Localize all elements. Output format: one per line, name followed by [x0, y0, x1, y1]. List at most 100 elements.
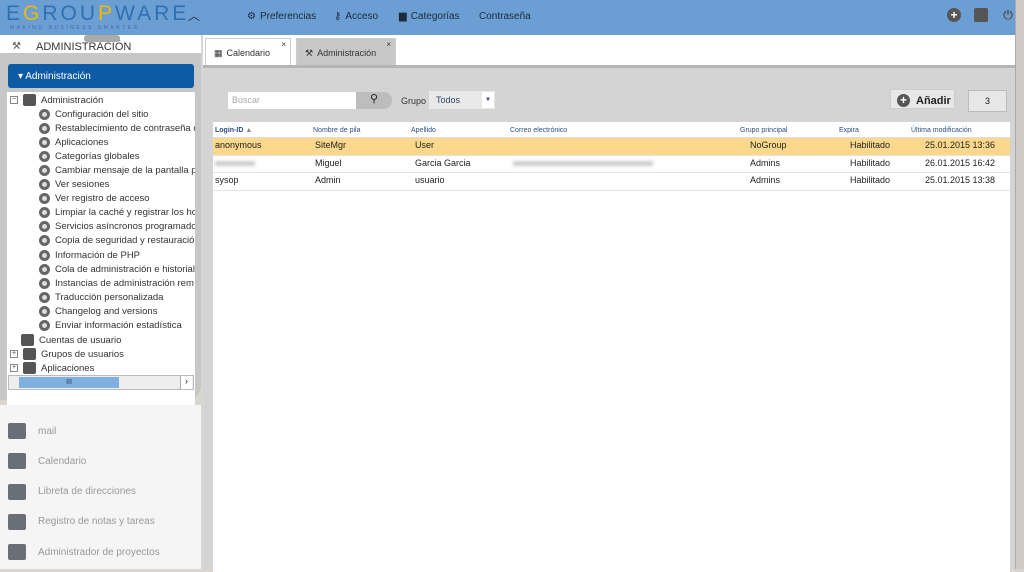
dropdown-arrow-icon: ▼ — [482, 92, 494, 108]
nav-acceso[interactable]: ⚷ Acceso — [334, 11, 378, 22]
home-icon — [23, 362, 36, 374]
row-count: 3 — [968, 90, 1007, 112]
close-icon[interactable]: × — [281, 40, 286, 49]
main-panel: ▦ Calendario × ⚒ Administración × Buscar ⚲ G… — [203, 35, 1015, 572]
tree-item[interactable]: Cola de administración e historial — [39, 262, 195, 276]
top-header: EGROUPWARE MAKING BUSINESS SMARTER ︿ ⚙ Pr… — [0, 0, 1016, 35]
column-header[interactable]: Login-ID ▲ — [215, 127, 252, 134]
cell-last: Garcia Garcia — [415, 157, 471, 168]
tree-horizontal-scrollbar[interactable]: III › — [8, 375, 194, 390]
search-input[interactable]: Buscar — [228, 92, 356, 109]
cell-expires: Habilitado — [850, 175, 891, 185]
mail-icon — [8, 423, 26, 439]
sidebar-drag-handle[interactable] — [84, 35, 120, 42]
close-icon[interactable]: × — [386, 40, 391, 49]
sidebar-section-administracion[interactable]: ▾ Administración — [8, 64, 194, 88]
tree-item[interactable]: Cambiar mensaje de la pantalla p — [39, 163, 195, 177]
tree-item-grupos[interactable]: + Grupos de usuarios — [10, 347, 124, 361]
tree-item[interactable]: Servicios asíncronos programado — [39, 220, 195, 234]
expand-icon[interactable]: + — [10, 364, 18, 372]
table-row[interactable]: Miguel Garcia Garcia Admins Habilitado 26.01… — [213, 156, 1010, 173]
scroll-right-arrow[interactable]: › — [180, 376, 192, 389]
plus-icon: + — [897, 94, 910, 107]
tree-item[interactable]: Ver registro de acceso — [39, 192, 150, 206]
logout-icon[interactable]: ⏻ — [1001, 8, 1015, 22]
column-header[interactable]: Correo electrónico — [510, 127, 567, 134]
tree-item[interactable]: Traducción personalizada — [39, 290, 163, 304]
gear-icon — [39, 291, 50, 303]
collapse-icon[interactable]: − — [10, 96, 18, 104]
tree-item-cuentas[interactable]: Cuentas de usuario — [21, 333, 121, 347]
gear-icon — [39, 164, 50, 176]
sidebar: ADMINISTRACIÓN ⚒ ▾ Administración − Admin… — [0, 35, 201, 410]
cell-last: User — [415, 140, 435, 150]
cell-modified: 25.01.2015 13:36 — [925, 140, 996, 150]
group-icon — [23, 348, 36, 360]
admin-icon: ⚒ — [12, 41, 21, 52]
key-icon: ⚷ — [334, 11, 342, 22]
folder-icon: ▆ — [399, 11, 407, 22]
app-3[interactable]: Registro de notas y tareas — [8, 512, 155, 532]
table-row[interactable]: anonymous SiteMgr User NoGroup Habilitado 25.… — [213, 138, 1010, 156]
tree-item[interactable]: Copia de seguridad y restauració — [39, 234, 194, 248]
nav-categorias[interactable]: ▆ Categorías — [399, 11, 460, 22]
tree-item[interactable]: Información de PHP — [39, 248, 140, 262]
tab-calendario[interactable]: ▦ Calendario × — [205, 38, 291, 65]
admin-icon — [23, 94, 36, 106]
admin-icon: ⚒ — [305, 48, 314, 58]
nav-preferencias[interactable]: ⚙ Preferencias — [247, 11, 316, 22]
tree-item-aplicaciones[interactable]: + Aplicaciones — [10, 361, 94, 375]
expand-icon[interactable]: + — [10, 350, 18, 358]
gear-icon — [39, 305, 50, 317]
tree-item[interactable]: Restablecimiento de contraseña d — [39, 121, 195, 135]
column-header[interactable]: Apellido — [411, 127, 436, 134]
print-icon[interactable] — [974, 8, 988, 22]
tree-item[interactable]: Changelog and versions — [39, 304, 157, 318]
group-select[interactable]: Todos ▼ — [429, 91, 495, 109]
table-row[interactable]: sysop Admin usuario Admins Habilitado 25.01.2… — [213, 173, 1010, 191]
tree-root[interactable]: − Administración — [10, 93, 103, 107]
search-icon: ⚲ — [369, 93, 379, 105]
gear-icon — [39, 277, 50, 289]
cell-expires: Habilitado — [850, 157, 891, 168]
cell-first: SiteMgr — [315, 140, 347, 150]
tree-item[interactable]: Aplicaciones — [39, 135, 108, 149]
column-header[interactable]: Última modificación — [911, 127, 972, 134]
gear-icon: ⚙ — [247, 11, 256, 22]
logo-tagline: MAKING BUSINESS SMARTER — [10, 25, 140, 31]
column-header[interactable]: Grupo principal — [740, 127, 787, 134]
column-header[interactable]: Nombre de pila — [313, 127, 360, 134]
cell-modified: 25.01.2015 13:38 — [925, 175, 996, 185]
cell-first: Miguel — [315, 157, 342, 168]
add-icon[interactable]: + — [947, 8, 961, 22]
scroll-thumb[interactable]: III — [19, 377, 119, 388]
addressbook-icon — [8, 483, 26, 500]
app-1[interactable]: Calendario — [8, 451, 86, 471]
cell-login: sysop — [215, 175, 239, 185]
page-scrollbar[interactable] — [1015, 0, 1024, 569]
cell-group: NoGroup — [750, 140, 787, 150]
tree-item[interactable]: Categorías globales — [39, 149, 140, 163]
cell-group: Admins — [750, 175, 781, 185]
tree-item[interactable]: Configuración del sitio — [39, 107, 148, 121]
gear-icon — [39, 193, 50, 205]
cell-group: Admins — [750, 157, 781, 168]
nav-contrasena[interactable]: Contraseña — [479, 11, 531, 22]
app-0[interactable]: mail — [8, 421, 56, 441]
tab-administracion[interactable]: ⚒ Administración × — [296, 38, 396, 65]
tree-item[interactable]: Enviar información estadística — [39, 319, 182, 333]
tree-item[interactable]: Ver sesiones — [39, 178, 109, 192]
tree-item[interactable]: Limpiar la caché y registrar los ho — [39, 206, 195, 220]
column-header[interactable]: Expira — [839, 127, 859, 134]
chevron-up-icon[interactable]: ︿ — [188, 7, 200, 24]
redacted-email — [513, 160, 653, 166]
redacted-login — [215, 160, 255, 166]
app-2[interactable]: Libreta de direcciones — [8, 482, 136, 502]
add-button[interactable]: + Añadir — [890, 89, 955, 109]
app-4[interactable]: Administrador de proyectos — [8, 542, 160, 562]
app-list: mail Calendario Libreta de direcciones Regi… — [0, 405, 201, 569]
tree-item[interactable]: Instancias de administración rem — [39, 276, 194, 290]
gear-icon — [39, 136, 50, 148]
search-button[interactable]: ⚲ — [356, 92, 392, 109]
content-area: Buscar ⚲ Grupo Todos ▼ + Añadir 3 Login-ID… — [203, 65, 1015, 572]
